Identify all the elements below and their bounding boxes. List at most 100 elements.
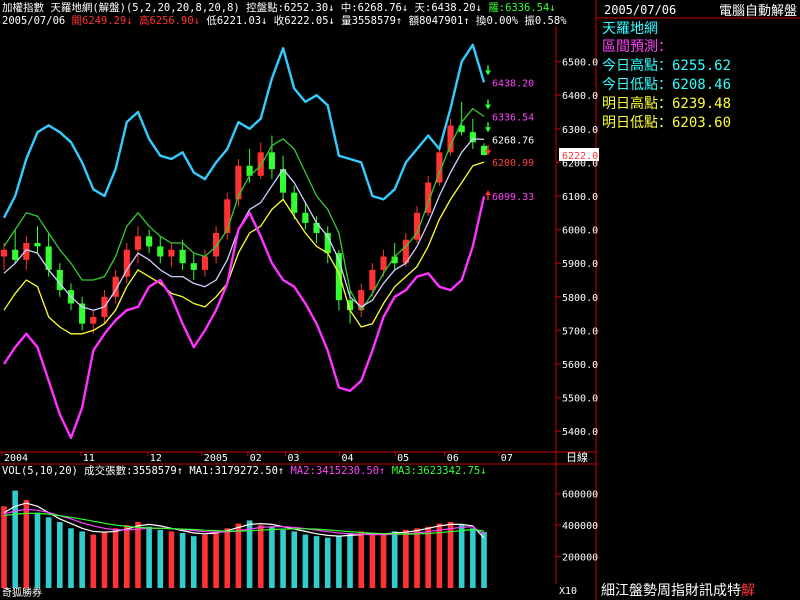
date-tick-label: 12 — [150, 453, 162, 464]
header-line-2-part-8: 振0.58% — [518, 14, 567, 27]
header-line-1: 加權指數 天羅地網(解盤)(5,2,20,20,8,20,8) 控盤點:6252… — [2, 1, 556, 14]
prediction-row: 今日低點：6208.46 — [602, 77, 731, 93]
date-tick-label: 05 — [397, 453, 409, 464]
volume-header-part-4: MA3:3623342.75↓ — [385, 465, 486, 477]
volume-bar — [391, 531, 398, 588]
candle-body — [268, 152, 275, 170]
volume-bar — [313, 536, 320, 588]
volume-bar — [280, 529, 286, 588]
candle-body — [34, 243, 41, 247]
prediction-label: 明日高點： — [602, 95, 672, 112]
volume-bar — [45, 517, 52, 588]
price-tick-label: 5700.0 — [562, 326, 598, 337]
chart-canvas: 加權指數 天羅地網(解盤)(5,2,20,20,8,20,8) 控盤點:6252… — [0, 0, 800, 600]
volume-bar — [324, 537, 331, 588]
volume-header: VOL(5,10,20) 成交張數:3558579↑ MA1:3179272.5… — [2, 464, 487, 477]
volume-bar — [414, 528, 420, 588]
candle-body — [12, 249, 19, 260]
band-value-label: 6438.20 — [492, 78, 534, 89]
volume-bar — [425, 526, 431, 588]
prediction-value: 6255.62 — [672, 58, 731, 74]
header-line-1-part-2: 控盤點:6252.30↓ — [240, 1, 335, 14]
header-line-2-part-3: 低6221.03↓ — [200, 14, 267, 27]
prediction-label: 今日低點： — [602, 77, 672, 93]
header-line-1-part-0: 加權指數 — [2, 1, 44, 14]
volume-bar — [112, 528, 119, 588]
x-axis-label: 日線 — [566, 450, 588, 464]
date-tick-label: 07 — [501, 453, 513, 464]
volume-bar — [257, 525, 264, 588]
volume-bar — [347, 533, 353, 588]
volume-bar — [403, 529, 409, 588]
candle-body — [168, 249, 175, 257]
candle-body — [90, 316, 97, 324]
volume-bar — [202, 534, 208, 588]
date-tick-label: 06 — [447, 453, 459, 464]
header-line-2-part-5: 量3558579↑ — [335, 15, 402, 27]
band-value-label: 6099.33 — [492, 192, 534, 203]
volume-bar — [369, 534, 376, 588]
candle-body — [179, 249, 186, 264]
header-line-1-part-5: 羅:6336.54↓ — [482, 2, 556, 14]
volume-bar — [157, 529, 164, 588]
volume-header-part-1: 成交張數:3558579↑ — [78, 464, 183, 477]
volume-bar — [135, 522, 141, 588]
header-line-2-part-1: 開6249.29↓ — [65, 15, 132, 27]
candle-body — [201, 256, 208, 270]
candle-body — [190, 263, 197, 270]
candle-body — [369, 269, 376, 291]
price-tick-label: 6000.0 — [562, 226, 598, 237]
volume-bar — [302, 534, 309, 588]
prediction-label: 明日低點： — [602, 115, 672, 131]
panel-brand: 電腦自動解盤 — [719, 4, 797, 19]
panel-date: 2005/07/06 — [604, 3, 676, 17]
volume-bar — [358, 531, 364, 588]
header-line-2-part-2: 高6256.90↓ — [133, 14, 200, 27]
volume-bar — [269, 526, 275, 588]
candle-body — [313, 222, 320, 233]
prediction-label: 今日高點： — [602, 57, 672, 74]
candle-body — [157, 246, 164, 257]
panel-section-title: 區間預測： — [602, 39, 672, 55]
panel-footer: 細江盤勢周指財訊成特解 — [601, 583, 755, 599]
date-tick-label: 04 — [342, 453, 354, 464]
header-line-2-part-7: 換0.00% — [470, 15, 519, 27]
price-tick-label: 6100.0 — [562, 192, 598, 203]
prediction-row: 今日高點：6255.62 — [602, 57, 731, 74]
candle-body — [380, 256, 387, 270]
prediction-value: 6203.60 — [672, 115, 731, 131]
volume-bar — [101, 531, 108, 588]
volume-bar — [481, 532, 487, 588]
price-tick-label: 5600.0 — [562, 360, 598, 371]
date-tick-label: 2004 — [4, 453, 28, 464]
volume-bar — [168, 531, 175, 588]
volume-bar — [224, 528, 231, 588]
candle-body — [134, 236, 142, 250]
volume-header-part-2: MA1:3179272.50↑ — [183, 465, 284, 477]
volume-header-part-3: MA2:3415230.50↑ — [284, 465, 385, 477]
bottom-left-label: 奇狐勝券 — [2, 586, 42, 599]
volume-bar — [124, 525, 130, 588]
volume-bar — [336, 536, 342, 588]
prediction-row: 明日高點：6239.48 — [602, 95, 731, 112]
current-price-label: 6222.0 — [562, 151, 598, 162]
price-tick-label: 6300.0 — [562, 125, 598, 136]
header-line-2: 2005/07/06 開6249.29↓ 高6256.90↓ 低6221.03↓… — [2, 14, 567, 27]
date-tick-label: 03 — [288, 453, 300, 464]
volume-bar — [470, 528, 476, 588]
volume-bar — [1, 506, 7, 588]
volume-bar — [291, 531, 298, 588]
band-value-label: 6268.76 — [492, 135, 534, 146]
price-tick-label: 5500.0 — [562, 394, 598, 405]
candle-body — [0, 249, 8, 257]
panel-footer-accent: 解 — [741, 583, 755, 599]
header-line-1-part-1: 天羅地網(解盤)(5,2,20,20,8,20,8) — [44, 1, 240, 14]
price-tick-label: 6400.0 — [562, 91, 598, 102]
header-line-1-part-3: 中:6268.76↓ — [334, 1, 408, 14]
header-line-2-part-4: 收6222.05↓ — [267, 14, 334, 27]
prediction-row: 明日低點：6203.60 — [602, 115, 731, 131]
volume-bar — [213, 531, 219, 588]
volume-bar — [190, 536, 197, 588]
volume-unit: X10 — [559, 586, 577, 597]
volume-header-part-0: VOL(5,10,20) — [2, 465, 78, 477]
